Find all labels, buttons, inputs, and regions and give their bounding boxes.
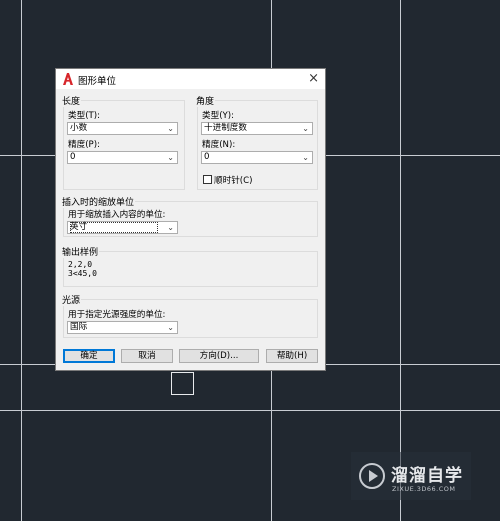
length-type-value: 小数 (70, 123, 88, 133)
insertion-legend: 插入时的缩放单位 (62, 198, 135, 208)
drawing-units-dialog: 图形单位 × 长度 类型(T): 小数 ⌄ 精度(P): 0 ⌄ 角度 类型(Y… (55, 68, 326, 371)
autocad-a-icon (63, 73, 73, 85)
chevron-down-icon: ⌄ (302, 153, 309, 162)
insertion-units-select[interactable]: 英寸 ⌄ (67, 221, 178, 234)
length-type-label: 类型(T): (68, 111, 101, 121)
chevron-down-icon: ⌄ (167, 124, 174, 133)
length-type-select[interactable]: 小数 ⌄ (67, 122, 178, 135)
lighting-units-select[interactable]: 国际 ⌄ (67, 321, 178, 334)
lighting-units-value: 国际 (70, 322, 88, 332)
angle-legend: 角度 (196, 97, 215, 107)
sample-line-2: 3<45,0 (68, 269, 97, 278)
drawing-rectangle (171, 372, 194, 395)
chevron-down-icon: ⌄ (167, 153, 174, 162)
length-precision-label: 精度(P): (68, 140, 100, 150)
cancel-button[interactable]: 取消 (121, 349, 173, 363)
sample-output-group: 输出样例 (62, 245, 318, 287)
angle-type-value: 十进制度数 (204, 123, 247, 133)
watermark-name: 溜溜自学 (391, 466, 463, 486)
play-circle-icon (359, 463, 385, 489)
insertion-desc: 用于缩放插入内容的单位: (68, 210, 166, 220)
dialog-titlebar[interactable]: 图形单位 × (56, 69, 325, 89)
grid-line-h3 (0, 410, 500, 411)
length-legend: 长度 (62, 97, 81, 107)
direction-button[interactable]: 方向(D)... (179, 349, 259, 363)
clockwise-checkbox[interactable] (203, 175, 212, 184)
chevron-down-icon: ⌄ (167, 223, 174, 232)
chevron-down-icon: ⌄ (167, 323, 174, 332)
grid-line-v3 (400, 0, 401, 521)
angle-precision-value: 0 (204, 152, 210, 162)
clockwise-label[interactable]: 顺时针(C) (214, 174, 253, 186)
sample-legend: 输出样例 (62, 248, 99, 258)
length-precision-value: 0 (70, 152, 76, 162)
ok-button[interactable]: 确定 (63, 349, 115, 363)
insertion-units-value: 英寸 (70, 222, 158, 233)
help-button[interactable]: 帮助(H) (266, 349, 318, 363)
chevron-down-icon: ⌄ (302, 124, 309, 133)
length-precision-select[interactable]: 0 ⌄ (67, 151, 178, 164)
angle-type-label: 类型(Y): (202, 111, 235, 121)
watermark-logo: 溜溜自学 ZIXUE.3D66.COM (351, 452, 471, 500)
dialog-title: 图形单位 (78, 76, 117, 87)
lighting-desc: 用于指定光源强度的单位: (68, 310, 166, 320)
close-icon[interactable]: × (308, 71, 319, 87)
lighting-legend: 光源 (62, 296, 81, 306)
angle-precision-select[interactable]: 0 ⌄ (201, 151, 313, 164)
watermark-url: ZIXUE.3D66.COM (392, 485, 456, 493)
angle-type-select[interactable]: 十进制度数 ⌄ (201, 122, 313, 135)
grid-line-v1 (21, 0, 22, 521)
angle-precision-label: 精度(N): (202, 140, 236, 150)
